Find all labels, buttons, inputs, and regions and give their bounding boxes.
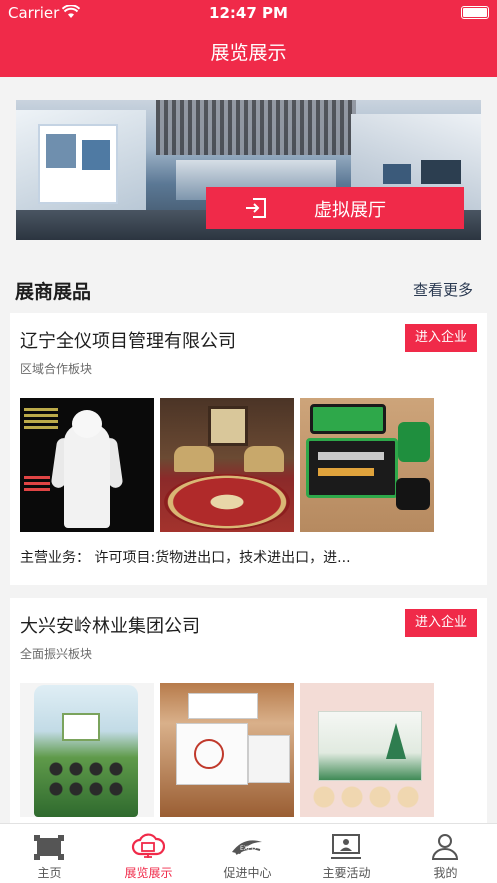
tab-label: 我的 (433, 866, 458, 880)
home-icon (34, 835, 64, 860)
tab-promotion-center[interactable]: EXPO 促进中心 (198, 824, 297, 883)
cloud-expo-icon (131, 833, 165, 858)
virtual-hall-label: 虚拟展厅 (314, 200, 386, 221)
view-more-link[interactable]: 查看更多 (413, 279, 473, 300)
enter-company-button[interactable]: 进入企业 (405, 609, 477, 637)
company-name: 大兴安岭林业集团公司 (20, 616, 200, 637)
section-title: 展商展品 (15, 281, 92, 303)
product-image[interactable] (300, 683, 434, 817)
company-sector: 全面振兴板块 (20, 647, 93, 661)
business-label: 主营业务： (20, 550, 90, 566)
user-icon (431, 834, 459, 860)
tab-label: 促进中心 (223, 866, 272, 880)
company-name: 辽宁全仪项目管理有限公司 (20, 331, 236, 352)
tab-profile[interactable]: 我的 (396, 824, 495, 883)
tab-activities[interactable]: 主要活动 (297, 824, 396, 883)
company-sector: 区域合作板块 (20, 362, 93, 376)
main-business: 主营业务： 许可项目:货物进出口，技术进出口，进... (20, 547, 351, 567)
status-time: 12:47 PM (209, 4, 288, 22)
page-title: 展览展示 (210, 42, 287, 64)
presentation-icon (331, 834, 361, 859)
product-image[interactable] (160, 683, 294, 817)
tab-home[interactable]: 主页 (0, 824, 99, 883)
tab-exhibition[interactable]: 展览展示 (99, 824, 198, 883)
product-image[interactable] (300, 398, 434, 532)
battery-icon (461, 6, 489, 19)
business-text: 许可项目:货物进出口，技术进出口，进... (94, 550, 351, 566)
svg-text:EXPO: EXPO (240, 845, 257, 852)
product-image[interactable] (20, 398, 154, 532)
status-bar: Carrier 12:47 PM (0, 0, 497, 26)
enter-icon (246, 198, 266, 218)
enter-company-button[interactable]: 进入企业 (405, 324, 477, 352)
expo-logo-icon: EXPO (232, 840, 262, 855)
app-header: Carrier 12:47 PM 展览展示 (0, 0, 497, 77)
tab-label: 展览展示 (124, 866, 173, 880)
product-image[interactable] (160, 398, 294, 532)
tab-label: 主要活动 (322, 866, 371, 880)
tab-label: 主页 (37, 866, 62, 880)
virtual-hall-button[interactable]: 虚拟展厅 (206, 187, 464, 229)
product-image[interactable] (20, 683, 154, 817)
tab-bar: 主页 展览展示 EXPO 促进中心 主要活动 我的 (0, 823, 497, 883)
exhibitor-card[interactable]: 辽宁全仪项目管理有限公司 进入企业 区域合作板块 主营业务： 许可项目:货物进出… (10, 313, 487, 585)
